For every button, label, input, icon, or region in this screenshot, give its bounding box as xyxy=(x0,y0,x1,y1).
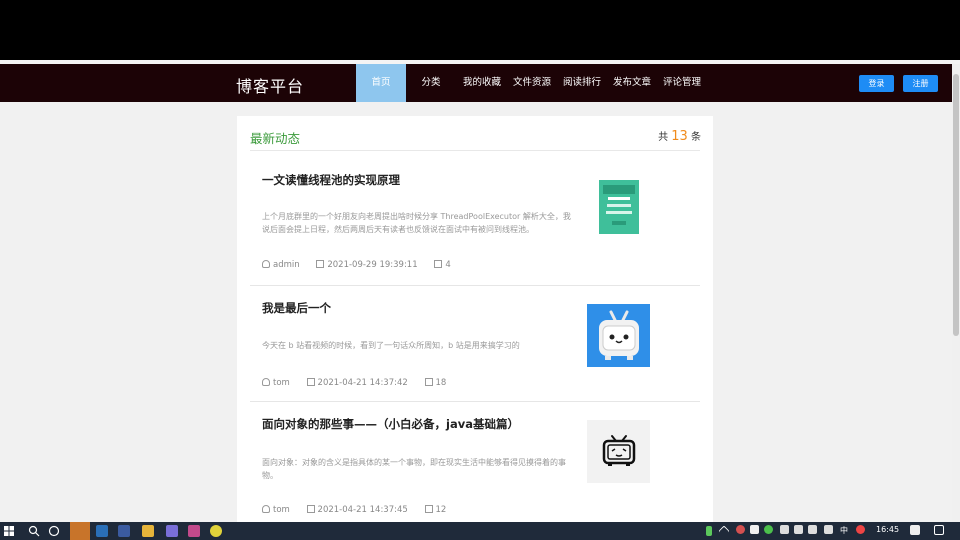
count-prefix: 共 xyxy=(658,132,669,143)
article-thumbnail-book[interactable] xyxy=(598,179,640,235)
article-thumbnail-tv[interactable] xyxy=(587,304,650,367)
nav-item-files[interactable]: 文件资源 xyxy=(510,64,554,102)
clock[interactable]: 16:45 xyxy=(876,525,899,534)
count-number: 13 xyxy=(671,129,688,144)
chevron-up-icon[interactable] xyxy=(718,525,730,537)
battery-icon[interactable] xyxy=(706,526,712,536)
date-text: 2021-04-21 14:37:42 xyxy=(317,378,408,388)
site-logo[interactable]: 博客平台 xyxy=(236,73,304,97)
network-icon[interactable] xyxy=(794,525,803,534)
divider xyxy=(250,150,700,151)
sogou-icon[interactable] xyxy=(856,525,865,534)
screen: 博客平台 首页 分类 我的收藏 文件资源 阅读排行 发布文章 评论管理 登录 注… xyxy=(0,0,960,540)
app-icon[interactable] xyxy=(188,525,200,537)
calendar-icon xyxy=(316,260,325,268)
app-icon[interactable] xyxy=(166,525,178,537)
article-item[interactable]: 一文读懂线程池的实现原理 上个月底群里的一个好朋友向老周提出啥时候分享 Thre… xyxy=(250,152,700,286)
comment-count: 18 xyxy=(435,378,447,388)
article-meta: tom 2021-04-21 14:37:42 18 xyxy=(262,378,460,388)
author-name: admin xyxy=(273,260,300,270)
article-meta: admin 2021-09-29 19:39:11 4 xyxy=(262,260,465,270)
calendar-icon xyxy=(306,505,315,513)
comment-count: 4 xyxy=(445,260,451,270)
login-button[interactable]: 登录 xyxy=(859,75,894,92)
app-icon[interactable] xyxy=(118,525,130,537)
top-black-area xyxy=(0,0,960,60)
article-title[interactable]: 面向对象的那些事——（小白必备，java基础篇） xyxy=(262,416,519,432)
taskbar: 中 16:45 xyxy=(0,522,960,540)
ime-indicator[interactable]: 中 xyxy=(840,525,848,536)
comment-icon xyxy=(424,378,433,386)
date-text: 2021-09-29 19:39:11 xyxy=(327,260,418,270)
feed-card: 最新动态 共 13 条 一文读懂线程池的实现原理 上个月底群里的一个好朋友向老周… xyxy=(237,116,713,522)
user-icon xyxy=(262,378,270,386)
comment-icon xyxy=(434,260,443,268)
article-date: 2021-09-29 19:39:11 xyxy=(316,260,418,270)
bilibili-tv-icon xyxy=(587,304,650,367)
volume-icon[interactable] xyxy=(808,525,817,534)
article-comments: 12 xyxy=(424,505,447,515)
article-summary: 今天在 b 站看视频的时候，看到了一句话众所周知，b 站是用来搞学习的 xyxy=(262,341,520,350)
author-name: tom xyxy=(273,378,290,388)
wechat-tray-icon[interactable] xyxy=(764,525,773,534)
navbar: 博客平台 首页 分类 我的收藏 文件资源 阅读排行 发布文章 评论管理 登录 注… xyxy=(0,64,952,102)
date-text: 2021-04-21 14:37:45 xyxy=(317,505,408,515)
article-item[interactable]: 我是最后一个 今天在 b 站看视频的时候，看到了一句话众所周知，b 站是用来搞学… xyxy=(250,286,700,402)
tray-icon[interactable] xyxy=(824,525,833,534)
article-thumbnail-tv-outline[interactable] xyxy=(587,420,650,483)
tray-icon[interactable] xyxy=(780,525,789,534)
article-author: tom xyxy=(262,505,290,515)
feed-count: 共 13 条 xyxy=(658,128,701,144)
count-suffix: 条 xyxy=(691,132,701,143)
author-name: tom xyxy=(273,505,290,515)
article-date: 2021-04-21 14:37:45 xyxy=(306,505,408,515)
article-item[interactable]: 面向对象的那些事——（小白必备，java基础篇） 面向对象：对象的含义是指具体的… xyxy=(250,402,700,522)
chrome-icon[interactable] xyxy=(210,525,222,537)
nav-item-ranking[interactable]: 阅读排行 xyxy=(560,64,604,102)
article-summary: 面向对象：对象的含义是指具体的某一个事物，即在现实生活中能够看得见摸得着的事物。 xyxy=(262,458,566,480)
feed-header: 最新动态 共 13 条 xyxy=(237,116,713,152)
user-icon xyxy=(262,505,270,513)
feed-title: 最新动态 xyxy=(250,131,301,146)
action-center-icon[interactable] xyxy=(934,525,944,535)
article-title[interactable]: 一文读懂线程池的实现原理 xyxy=(262,172,400,188)
book-cover-icon xyxy=(598,179,640,235)
register-button[interactable]: 注册 xyxy=(903,75,938,92)
article-comments: 18 xyxy=(424,378,447,388)
notification-icon[interactable] xyxy=(910,525,920,535)
comment-count: 12 xyxy=(435,505,447,515)
article-summary: 上个月底群里的一个好朋友向老周提出啥时候分享 ThreadPoolExecuto… xyxy=(262,212,571,234)
nav-item-category[interactable]: 分类 xyxy=(414,64,448,102)
scrollbar-thumb[interactable] xyxy=(953,74,959,336)
nav-item-comments[interactable]: 评论管理 xyxy=(660,64,704,102)
tv-outline-icon xyxy=(587,420,650,483)
wechat-app-icon[interactable] xyxy=(70,522,90,540)
article-date: 2021-04-21 14:37:42 xyxy=(306,378,408,388)
comment-icon xyxy=(424,505,433,513)
folder-icon[interactable] xyxy=(142,525,154,537)
nav-item-home[interactable]: 首页 xyxy=(356,64,406,102)
task-view-icon[interactable] xyxy=(48,525,60,537)
tray-icon[interactable] xyxy=(736,525,745,534)
calendar-icon xyxy=(306,378,315,386)
article-title[interactable]: 我是最后一个 xyxy=(262,300,331,316)
search-icon[interactable] xyxy=(28,525,40,537)
windows-start-icon[interactable] xyxy=(4,526,14,536)
article-author: admin xyxy=(262,260,300,270)
article-author: tom xyxy=(262,378,290,388)
article-comments: 4 xyxy=(434,260,451,270)
article-meta: tom 2021-04-21 14:37:45 12 xyxy=(262,505,460,515)
tray-icon[interactable] xyxy=(750,525,759,534)
user-icon xyxy=(262,260,270,268)
nav-item-publish[interactable]: 发布文章 xyxy=(610,64,654,102)
nav-item-favorites[interactable]: 我的收藏 xyxy=(460,64,504,102)
app-icon[interactable] xyxy=(96,525,108,537)
